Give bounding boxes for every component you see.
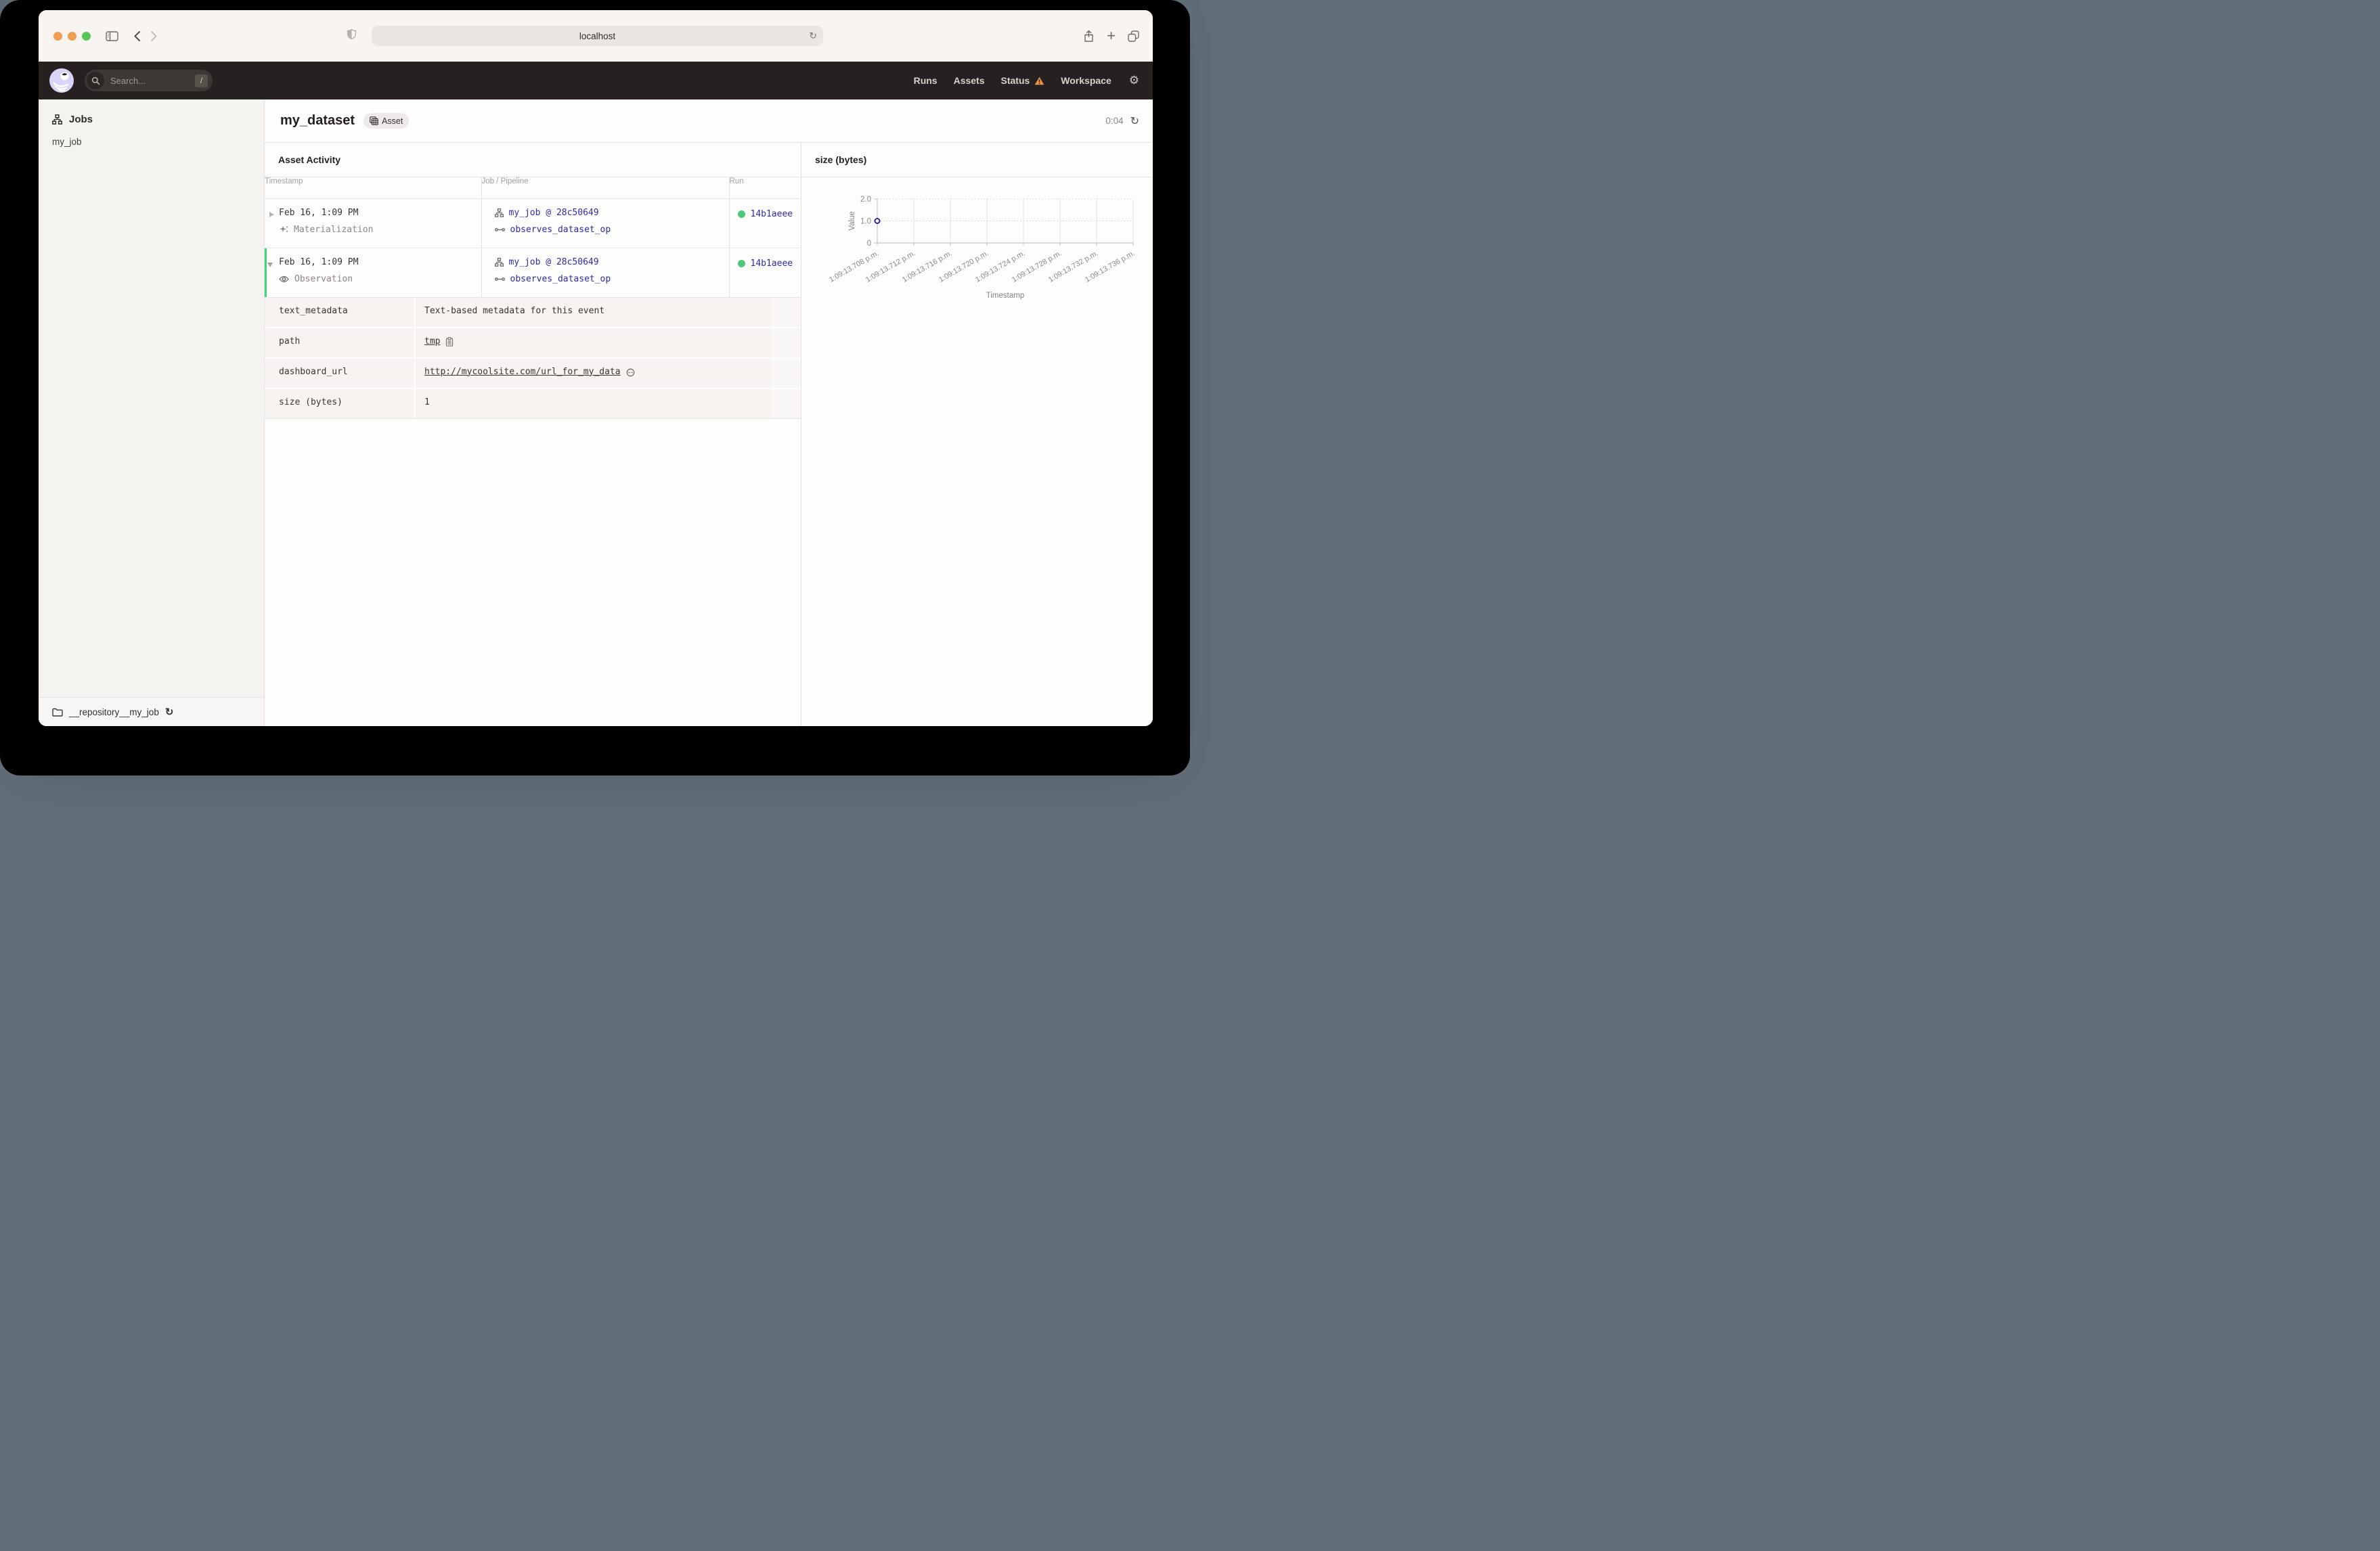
event-type: Observation <box>294 273 353 284</box>
metadata-key: text_metadata <box>265 297 414 327</box>
job-icon <box>494 257 504 267</box>
dagster-logo[interactable] <box>49 68 74 93</box>
nav-assets[interactable]: Assets <box>954 75 985 86</box>
event-timestamp: Feb 16, 1:09 PM <box>279 207 359 218</box>
event-type: Materialization <box>294 224 374 235</box>
forward-button[interactable] <box>150 30 158 42</box>
privacy-shield-icon[interactable] <box>347 28 357 43</box>
col-run: Run <box>729 177 801 199</box>
svg-text:Value: Value <box>848 211 856 231</box>
new-tab-icon[interactable]: + <box>1107 28 1116 43</box>
op-link[interactable]: observes_dataset_op <box>510 225 611 235</box>
repository-reload-icon[interactable]: ↻ <box>165 706 174 718</box>
asset-activity-heading: Asset Activity <box>265 143 801 177</box>
metadata-row: text_metadata Text-based metadata for th… <box>265 297 801 327</box>
back-button[interactable] <box>133 30 141 42</box>
event-row-observation: Feb 16, 1:09 PM Observation my_job @ 28c… <box>265 248 801 298</box>
share-icon[interactable] <box>1083 30 1095 43</box>
asset-activity-panel: Asset Activity Timestamp Job / Pipeline … <box>265 143 801 726</box>
metadata-row: dashboard_url http://mycoolsite.com/url_… <box>265 358 801 388</box>
tab-overview-icon[interactable] <box>1128 30 1139 42</box>
sidebar-item-my-job[interactable]: my_job <box>52 137 264 147</box>
run-id-link[interactable]: 14b1aeee <box>751 258 793 269</box>
metadata-value: Text-based metadata for this event <box>424 305 605 316</box>
repository-bar[interactable]: __repository__my_job ↻ <box>39 697 264 726</box>
refresh-icon[interactable]: ↻ <box>1130 114 1139 128</box>
asset-activity-table: Timestamp Job / Pipeline Run Feb 16, 1:0… <box>265 177 801 298</box>
elapsed-time: 0:04 <box>1105 116 1124 126</box>
jobs-icon <box>52 114 62 125</box>
size-bytes-chart: 2.0 1.0 0 1:09:13.708 p.m. 1:09:13.712 p.m. 1… <box>801 177 1153 309</box>
col-timestamp: Timestamp <box>265 177 482 199</box>
asset-tag-label: Asset <box>382 116 403 126</box>
traffic-light-2[interactable] <box>82 31 91 41</box>
observation-eye-icon <box>279 275 289 283</box>
metadata-row: path tmp <box>265 328 801 357</box>
run-status-dot <box>737 259 745 267</box>
op-icon <box>494 227 505 233</box>
folder-icon <box>52 708 63 717</box>
run-id-link[interactable]: 14b1aeee <box>751 209 793 219</box>
asset-tag: Asset <box>363 113 410 129</box>
svg-text:2.0: 2.0 <box>860 196 871 204</box>
job-icon <box>494 208 504 217</box>
search-input[interactable] <box>110 75 181 86</box>
run-status-dot <box>737 210 745 218</box>
metadata-key: path <box>265 328 414 357</box>
table-header-row: Timestamp Job / Pipeline Run <box>265 177 801 199</box>
search-box[interactable]: / <box>85 70 213 91</box>
app-header: / ⚙ Runs Assets Status Workspace <box>39 62 1153 99</box>
traffic-light-0[interactable] <box>53 31 62 41</box>
traffic-lights <box>53 31 91 41</box>
metadata-value: 1 <box>424 397 430 407</box>
event-metadata-table: text_metadata Text-based metadata for th… <box>265 297 801 419</box>
asset-table-icon <box>370 116 378 125</box>
svg-text:Timestamp: Timestamp <box>986 292 1024 300</box>
external-link-icon[interactable] <box>626 368 635 377</box>
url-bar[interactable]: localhost ↻ <box>372 26 823 46</box>
data-point <box>874 218 881 224</box>
svg-text:0: 0 <box>867 240 871 248</box>
copy-icon[interactable] <box>445 336 454 346</box>
event-timestamp: Feb 16, 1:09 PM <box>279 256 359 267</box>
asset-title-row: my_dataset Asset 0:04 ↻ <box>265 99 1153 143</box>
browser-window: localhost ↻ + Search... / ⚙ Runs Assets … <box>39 10 1153 726</box>
expand-arrow-icon[interactable] <box>269 211 274 217</box>
metadata-row: size (bytes) 1 <box>265 388 801 419</box>
metadata-url-link[interactable]: http://mycoolsite.com/url_for_my_data <box>424 367 621 377</box>
materialization-icon <box>279 225 288 234</box>
size-chart-svg: 2.01.001:09:13.708 p.m.1:09:13.712 p.m.1… <box>828 196 1137 300</box>
col-job-pipeline: Job / Pipeline <box>481 177 730 199</box>
svg-text:1.0: 1.0 <box>860 218 871 226</box>
metadata-path-link[interactable]: tmp <box>424 336 440 346</box>
warning-icon <box>1034 76 1044 85</box>
op-link[interactable]: observes_dataset_op <box>510 274 611 284</box>
collapse-arrow-icon[interactable] <box>267 262 273 267</box>
gear-icon[interactable]: ⚙ <box>1129 74 1139 87</box>
op-icon <box>494 276 505 282</box>
header-nav: ⚙ Runs Assets Status Workspace <box>914 74 1153 87</box>
search-shortcut-badge: / <box>195 74 208 87</box>
job-link[interactable]: my_job @ 28c50649 <box>509 257 599 267</box>
sidebar-toggle-icon[interactable] <box>106 30 118 41</box>
nav-workspace[interactable]: Workspace <box>1061 75 1111 86</box>
reload-icon[interactable]: ↻ <box>809 30 817 42</box>
chart-title: size (bytes) <box>801 143 1153 177</box>
repository-name: __repository__my_job <box>69 706 159 717</box>
nav-status[interactable]: Status <box>1001 75 1045 86</box>
event-row-materialization: Feb 16, 1:09 PM Materialization my_job @… <box>265 198 801 248</box>
traffic-light-1[interactable] <box>68 31 76 41</box>
sidebar-section-title: Jobs <box>69 114 93 125</box>
page-title: my_dataset <box>280 113 355 128</box>
url-text: localhost <box>579 30 616 41</box>
sidebar: Jobs my_job __repository__my_job ↻ <box>39 99 265 726</box>
metadata-key: dashboard_url <box>265 358 414 388</box>
metadata-key: size (bytes) <box>265 388 414 418</box>
browser-toolbar: localhost ↻ + <box>39 10 1153 62</box>
search-icon <box>87 72 104 89</box>
nav-runs[interactable]: Runs <box>914 75 938 86</box>
job-link[interactable]: my_job @ 28c50649 <box>509 208 599 218</box>
metadata-plots-panel: size (bytes) 2.0 1.0 0 1:09:13.708 p.m. 1:09… <box>801 143 1153 726</box>
